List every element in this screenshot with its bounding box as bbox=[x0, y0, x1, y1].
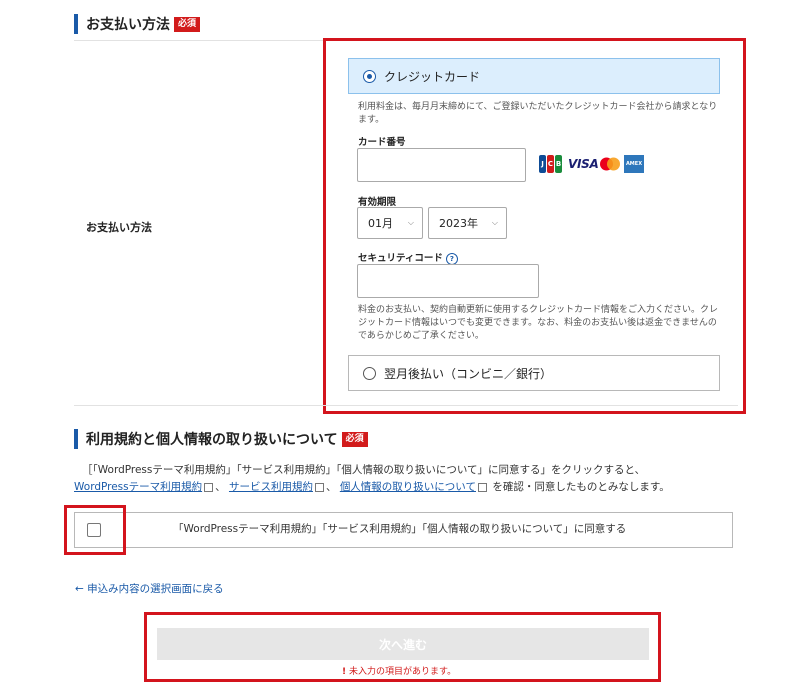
card-number-label: カード番号 bbox=[358, 137, 406, 148]
jcb-logo: JCB bbox=[539, 155, 563, 173]
mastercard-logo bbox=[598, 156, 622, 172]
section-accent-bar bbox=[74, 14, 78, 34]
payment-row-label: お支払い方法 bbox=[86, 221, 152, 234]
payment-section-title: お支払い方法 bbox=[86, 17, 170, 33]
help-icon[interactable]: ? bbox=[445, 252, 458, 265]
agree-terms-label[interactable]: 「WordPressテーマ利用規約」「サービス利用規約」「個人情報の取り扱いにつ… bbox=[173, 521, 626, 538]
terms-description: ［「WordPressテーマ利用規約」「サービス利用規約」「個人情報の取り扱いに… bbox=[74, 462, 754, 496]
separator: 、 bbox=[215, 481, 226, 493]
separator: 、 bbox=[325, 481, 337, 493]
credit-card-label: クレジットカード bbox=[384, 69, 481, 84]
expiry-year-select[interactable]: 2023年 ⌵ bbox=[428, 207, 507, 239]
privacy-policy-link[interactable]: 個人情報の取り扱いについて bbox=[340, 481, 476, 493]
validation-warning-text: 未入力の項目があります。 bbox=[348, 667, 457, 677]
terms-section-title: 利用規約と個人情報の取り扱いについて bbox=[86, 432, 338, 448]
external-link-icon bbox=[478, 482, 487, 492]
credit-card-option[interactable]: クレジットカード bbox=[348, 58, 720, 94]
next-button[interactable]: 次へ進む bbox=[157, 628, 649, 660]
external-link-icon bbox=[204, 482, 214, 492]
service-terms-link[interactable]: サービス利用規約 bbox=[229, 481, 313, 493]
wordpress-terms-link[interactable]: WordPressテーマ利用規約 bbox=[74, 481, 202, 493]
external-link-icon bbox=[314, 482, 324, 492]
checkbox-highlight-box bbox=[64, 505, 126, 555]
terms-description-line2: WordPressテーマ利用規約 、 サービス利用規約、 個人情報の取り扱いについ… bbox=[74, 479, 754, 496]
validation-warning: ! 未入力の項目があります。 bbox=[342, 664, 456, 677]
back-to-selection-link[interactable]: ← 申込み内容の選択画面に戻る bbox=[75, 581, 224, 596]
expiry-year-value: 2023年 bbox=[439, 217, 478, 230]
card-info-note: 料金のお支払い、契約自動更新に使用するクレジットカード情報をご入力ください。クレ… bbox=[358, 305, 719, 341]
warning-icon: ! bbox=[342, 667, 347, 677]
terms-suffix: を確認・同意したものとみなします。 bbox=[492, 481, 670, 493]
deferred-payment-option[interactable]: 翌月後払い（コンビニ／銀行） bbox=[348, 355, 720, 391]
terms-section-heading: 利用規約と個人情報の取り扱いについて 必須 bbox=[74, 429, 368, 449]
billing-note: 利用料金は、毎月月末締めにて、ご登録いただいたクレジットカード会社から請求となり… bbox=[358, 102, 718, 125]
chevron-down-icon: ⌵ bbox=[407, 218, 414, 227]
expiry-month-select[interactable]: 01月 ⌵ bbox=[357, 207, 423, 239]
terms-description-line1: ［「WordPressテーマ利用規約」「サービス利用規約」「個人情報の取り扱いに… bbox=[82, 464, 646, 476]
section-divider bbox=[74, 405, 738, 406]
security-code-label: セキュリティコード? bbox=[358, 250, 458, 265]
credit-card-radio[interactable] bbox=[363, 69, 376, 83]
chevron-down-icon: ⌵ bbox=[491, 218, 498, 227]
required-badge: 必須 bbox=[174, 16, 201, 32]
required-badge: 必須 bbox=[341, 431, 368, 447]
card-number-input[interactable] bbox=[357, 148, 526, 182]
security-code-input[interactable] bbox=[357, 264, 539, 298]
deferred-payment-label: 翌月後払い（コンビニ／銀行） bbox=[384, 366, 553, 381]
amex-logo: AMEX bbox=[624, 155, 644, 173]
security-code-label-text: セキュリティコード bbox=[358, 253, 443, 264]
expiry-month-value: 01月 bbox=[368, 217, 393, 230]
deferred-payment-radio[interactable] bbox=[363, 366, 376, 380]
section-accent-bar bbox=[74, 429, 78, 449]
visa-logo: VISA bbox=[568, 157, 599, 171]
payment-section-heading: お支払い方法 必須 bbox=[74, 14, 201, 34]
expiry-label: 有効期限 bbox=[358, 197, 397, 208]
